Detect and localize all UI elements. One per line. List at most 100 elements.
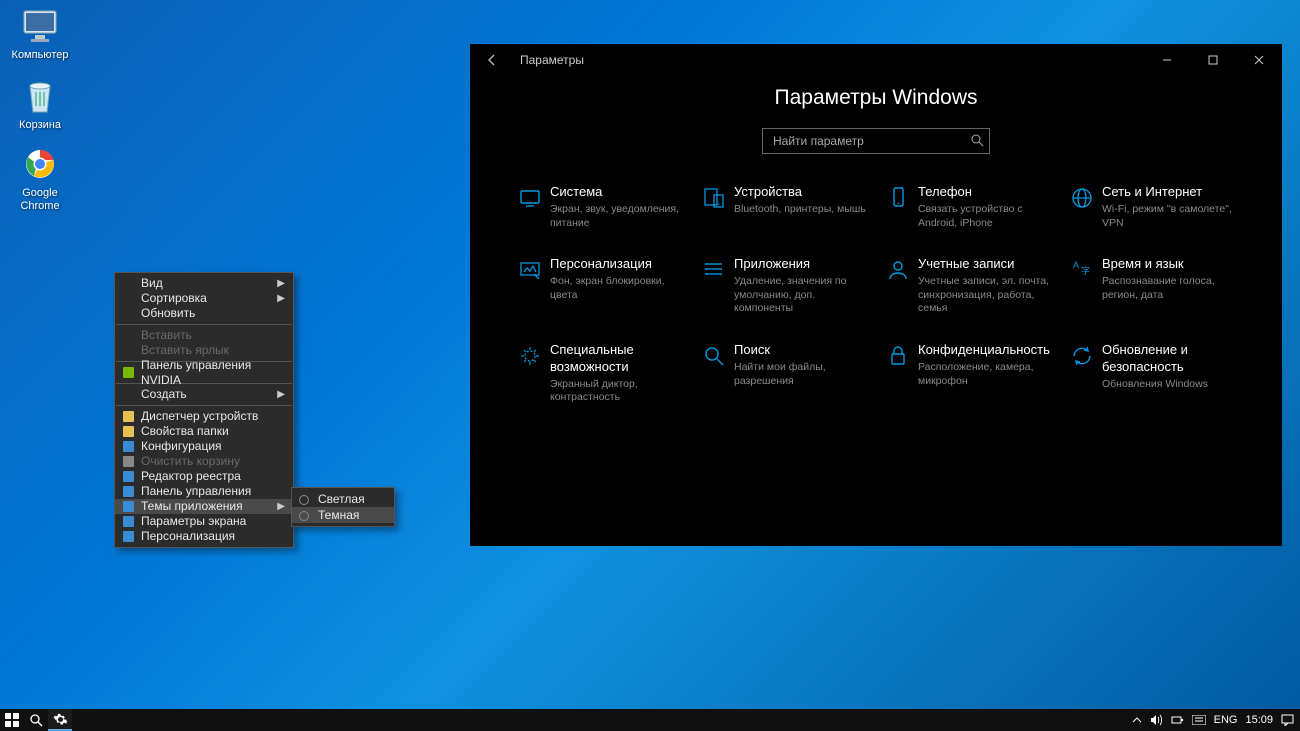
- search-input[interactable]: [762, 128, 990, 154]
- menu-item-label: Сортировка: [141, 291, 207, 306]
- desktop-icon-computer[interactable]: Компьютер: [2, 6, 78, 62]
- desktop-icon-label: Google Chrome: [2, 187, 78, 213]
- empty-bin-icon: [120, 454, 136, 469]
- recycle-bin-icon: [20, 76, 60, 116]
- settings-category-system[interactable]: Система Экран, звук, уведомления, питание: [510, 184, 690, 230]
- menu-item-label: Вставить ярлык: [141, 343, 229, 358]
- tray-language[interactable]: ENG: [1214, 714, 1238, 726]
- menu-item: Вставить: [115, 328, 293, 343]
- search-icon: [694, 342, 734, 405]
- taskbar: ENG 15:09: [0, 709, 1300, 731]
- desktop-icon-chrome[interactable]: Google Chrome: [2, 144, 78, 213]
- menu-item[interactable]: Вид▶: [115, 276, 293, 291]
- category-title: Специальные возможности: [550, 342, 690, 376]
- window-title: Параметры: [514, 53, 1144, 67]
- menu-item-label: Свойства папки: [141, 424, 229, 439]
- category-description: Удаление, значения по умолчанию, доп. ко…: [734, 275, 874, 316]
- back-button[interactable]: [470, 53, 514, 67]
- settings-category-ease[interactable]: Специальные возможностиЭкранный диктор, …: [510, 342, 690, 405]
- category-description: Расположение, камера, микрофон: [918, 361, 1058, 388]
- menu-item[interactable]: Параметры экрана: [115, 514, 293, 529]
- menu-item-label: Темная: [318, 508, 359, 523]
- menu-item[interactable]: Свойства папки: [115, 424, 293, 439]
- page-title: Параметры Windows: [775, 86, 978, 110]
- computer-icon: [20, 6, 60, 46]
- menu-item[interactable]: Редактор реестра: [115, 469, 293, 484]
- chevron-right-icon: ▶: [277, 387, 285, 402]
- display-icon: [120, 514, 136, 529]
- menu-item[interactable]: Темы приложения▶: [115, 499, 293, 514]
- settings-category-phone[interactable]: ТелефонСвязать устройство с Android, iPh…: [878, 184, 1058, 230]
- network-icon: [1062, 184, 1102, 230]
- tray-network-icon[interactable]: [1171, 714, 1184, 726]
- taskbar-search-button[interactable]: [24, 709, 48, 731]
- category-title: Система: [550, 184, 690, 201]
- system-icon: [510, 184, 550, 230]
- titlebar: Параметры: [470, 44, 1282, 76]
- config-icon: [120, 439, 136, 454]
- start-button[interactable]: [0, 709, 24, 731]
- menu-item[interactable]: Создать ▶: [115, 387, 293, 402]
- menu-item-label: Персонализация: [141, 529, 235, 544]
- menu-item[interactable]: Персонализация: [115, 529, 293, 544]
- tray-volume-icon[interactable]: [1150, 714, 1163, 726]
- folder-icon: [120, 424, 136, 439]
- desktop-icon-label: Корзина: [19, 119, 61, 132]
- chevron-right-icon: ▶: [277, 499, 285, 514]
- regedit-icon: [120, 469, 136, 484]
- category-description: Экран, звук, уведомления, питание: [550, 203, 690, 230]
- settings-category-accounts[interactable]: Учетные записиУчетные записи, эл. почта,…: [878, 256, 1058, 316]
- tray-chevron-up-icon[interactable]: [1132, 715, 1142, 725]
- category-title: Приложения: [734, 256, 874, 273]
- category-title: Персонализация: [550, 256, 690, 273]
- settings-category-network[interactable]: Сеть и ИнтернетWi-Fi, режим "в самолете"…: [1062, 184, 1242, 230]
- settings-category-privacy[interactable]: Конфиденциальность Расположение, камера, …: [878, 342, 1058, 405]
- settings-window: Параметры Параметры Windows Система Экран…: [470, 44, 1282, 546]
- personalize-icon: [120, 529, 136, 544]
- menu-item-label: Панель управления NVIDIA: [141, 358, 285, 388]
- submenu-item[interactable]: Светлая: [292, 491, 394, 507]
- category-description: Bluetooth, принтеры, мышь: [734, 203, 874, 217]
- tray-keyboard-icon[interactable]: [1192, 715, 1206, 725]
- settings-category-search[interactable]: ПоискНайти мои файлы, разрешения: [694, 342, 874, 405]
- desktop-icon-label: Компьютер: [12, 49, 69, 62]
- menu-item[interactable]: Панель управления: [115, 484, 293, 499]
- maximize-button[interactable]: [1190, 44, 1236, 76]
- menu-item[interactable]: Панель управления NVIDIA: [115, 365, 293, 380]
- taskbar-settings-button[interactable]: [48, 709, 72, 731]
- menu-item-label: Конфигурация: [141, 439, 222, 454]
- menu-item-label: Создать: [141, 387, 187, 402]
- settings-category-time[interactable]: A字Время и языкРаспознавание голоса, реги…: [1062, 256, 1242, 316]
- category-title: Обновление и безопасность: [1102, 342, 1242, 376]
- menu-item[interactable]: Сортировка ▶: [115, 291, 293, 306]
- menu-item-label: Диспетчер устройств: [141, 409, 258, 424]
- devmgr-icon: [120, 409, 136, 424]
- category-title: Конфиденциальность: [918, 342, 1058, 359]
- phone-icon: [878, 184, 918, 230]
- minimize-button[interactable]: [1144, 44, 1190, 76]
- settings-category-update[interactable]: Обновление и безопасностьОбновления Wind…: [1062, 342, 1242, 405]
- tray-clock[interactable]: 15:09: [1245, 714, 1273, 726]
- chevron-right-icon: ▶: [277, 291, 285, 306]
- category-description: Связать устройство с Android, iPhone: [918, 203, 1058, 230]
- desktop-icon-recycle-bin[interactable]: Корзина: [2, 76, 78, 132]
- menu-item[interactable]: Диспетчер устройств: [115, 409, 293, 424]
- settings-category-personalization[interactable]: ПерсонализацияФон, экран блокировки, цве…: [510, 256, 690, 316]
- menu-item-label: Очистить корзину: [141, 454, 240, 469]
- menu-item[interactable]: Конфигурация: [115, 439, 293, 454]
- category-title: Сеть и Интернет: [1102, 184, 1242, 201]
- themes-icon: [120, 499, 136, 514]
- chrome-icon: [20, 144, 60, 184]
- menu-item[interactable]: Обновить: [115, 306, 293, 321]
- tray-action-center-icon[interactable]: [1281, 714, 1294, 726]
- category-title: Время и язык: [1102, 256, 1242, 273]
- settings-category-apps[interactable]: Приложения Удаление, значения по умолчани…: [694, 256, 874, 316]
- submenu-item[interactable]: Темная: [292, 507, 394, 523]
- time-icon: A字: [1062, 256, 1102, 316]
- category-description: Учетные записи, эл. почта, синхронизация…: [918, 275, 1058, 316]
- close-button[interactable]: [1236, 44, 1282, 76]
- menu-item-label: Вставить: [141, 328, 192, 343]
- settings-category-devices[interactable]: УстройстваBluetooth, принтеры, мышь: [694, 184, 874, 230]
- menu-item-label: Вид: [141, 276, 163, 291]
- menu-item: Очистить корзину: [115, 454, 293, 469]
